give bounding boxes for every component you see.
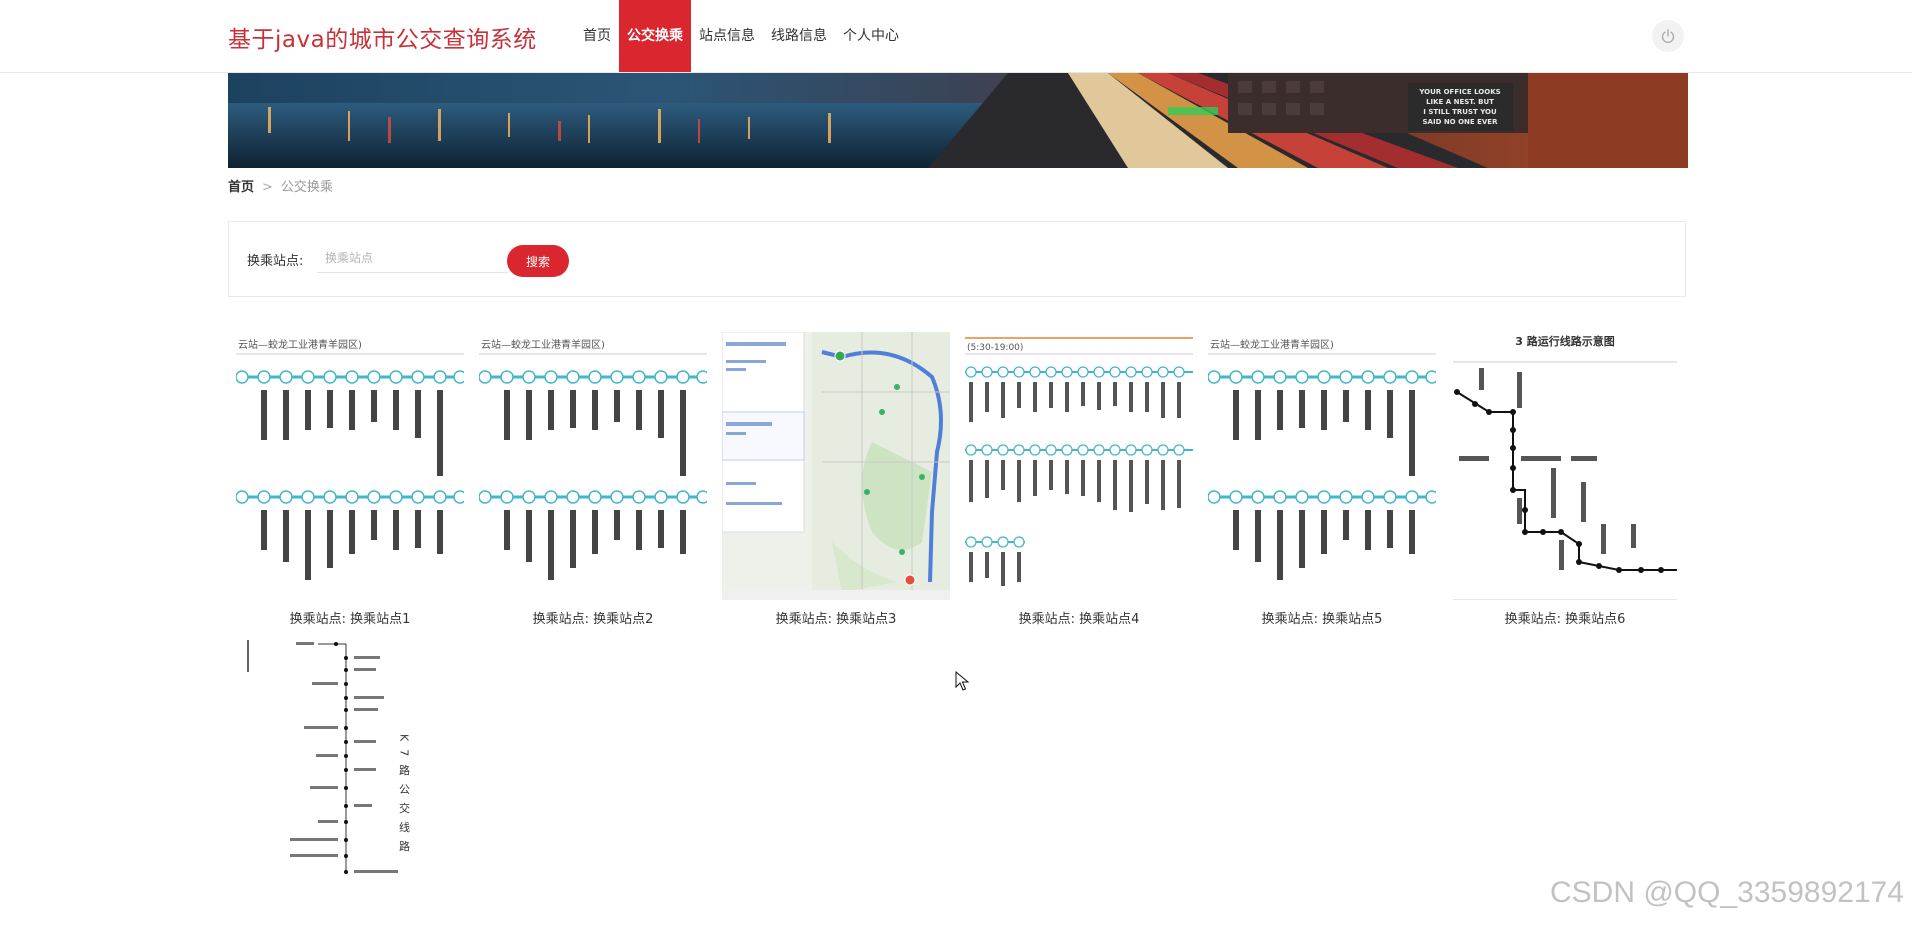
breadcrumb-home[interactable]: 首页 (228, 180, 254, 195)
transfer-card-3[interactable]: 换乘站点: 换乘站点3 (722, 332, 950, 632)
transfer-card-1[interactable]: 云站—蛟龙工业港青羊园区) 换乘站点: 换乘站点1 (236, 332, 464, 632)
billboard-line-4: SAID NO ONE EVER (1423, 118, 1499, 126)
site-title[interactable]: 基于java的城市公交查询系统 (228, 20, 537, 54)
billboard-line-1: YOUR OFFICE LOOKS (1418, 88, 1500, 96)
main-nav: 首页 公交换乘 站点信息 线路信息 个人中心 (575, 0, 907, 72)
transfer-card-6[interactable]: 3 路运行线路示意图 换乘站点: 换乘站点6 (1451, 332, 1679, 632)
diagram-title: 3 路运行线路示意图 (1515, 334, 1614, 348)
route-title-vertical: K7路公交线路 (398, 734, 411, 859)
logout-button[interactable] (1652, 20, 1684, 52)
card-caption[interactable]: 换乘站点: 换乘站点5 (1208, 608, 1436, 627)
route-header: 云站—蛟龙工业港青羊园区) (481, 338, 605, 351)
route-header: (5:30-19:00) (967, 343, 1023, 353)
card-caption[interactable]: 换乘站点: 换乘站点6 (1451, 608, 1679, 627)
line-diagram-image: 3 路运行线路示意图 (1451, 332, 1679, 600)
route-strip-image: (5:30-19:00) (965, 332, 1193, 600)
banner-image: YOUR OFFICE LOOKS LIKE A NEST. BUT I STI… (228, 73, 1688, 168)
mouse-cursor-icon (955, 671, 969, 691)
route-header: 云站—蛟龙工业港青羊园区) (1210, 338, 1334, 351)
card-caption[interactable]: 换乘站点: 换乘站点1 (236, 608, 464, 627)
power-icon (1661, 29, 1675, 43)
route-strip-image: 云站—蛟龙工业港青羊园区) (479, 332, 707, 600)
route-strip-image: 云站—蛟龙工业港青羊园区) (1208, 332, 1436, 600)
nav-personal-center[interactable]: 个人中心 (835, 0, 907, 72)
transfer-card-5[interactable]: 云站—蛟龙工业港青羊园区) 换乘站点: 换乘站点5 (1208, 332, 1436, 632)
billboard-line-2: LIKE A NEST. BUT (1426, 98, 1494, 106)
route-header: 云站—蛟龙工业港青羊园区) (238, 338, 362, 351)
map-image (722, 332, 950, 600)
nav-home[interactable]: 首页 (575, 0, 619, 72)
breadcrumb-separator: > (262, 180, 273, 195)
transfer-card-7[interactable]: K7路公交线路 (236, 636, 464, 936)
vertical-route-image: K7路公交线路 (236, 636, 464, 876)
card-caption[interactable]: 换乘站点: 换乘站点3 (722, 608, 950, 627)
csdn-watermark: CSDN @QQ_3359892174 (1550, 876, 1904, 909)
transfer-card-2[interactable]: 云站—蛟龙工业港青羊园区) 换乘站点: 换乘站点2 (479, 332, 707, 632)
search-label: 换乘站点: (247, 254, 304, 269)
transfer-station-input[interactable] (317, 244, 508, 273)
card-caption[interactable]: 换乘站点: 换乘站点2 (479, 608, 707, 627)
route-strip-image: 云站—蛟龙工业港青羊园区) (236, 332, 464, 600)
nav-line-info[interactable]: 线路信息 (763, 0, 835, 72)
nav-bus-transfer[interactable]: 公交换乘 (619, 0, 691, 72)
billboard-line-3: I STILL TRUST YOU (1423, 108, 1497, 116)
transfer-card-4[interactable]: (5:30-19:00) 换乘站点: 换乘站点4 (965, 332, 1193, 632)
nav-station-info[interactable]: 站点信息 (691, 0, 763, 72)
breadcrumb-current: 公交换乘 (280, 180, 333, 195)
card-caption[interactable]: 换乘站点: 换乘站点4 (965, 608, 1193, 627)
city-night-banner: YOUR OFFICE LOOKS LIKE A NEST. BUT I STI… (228, 73, 1688, 168)
top-header: 基于java的城市公交查询系统 首页 公交换乘 站点信息 线路信息 个人中心 (0, 0, 1912, 73)
breadcrumb: 首页 > 公交换乘 (228, 176, 333, 195)
search-button[interactable]: 搜索 (507, 245, 569, 277)
search-panel: 换乘站点: 搜索 (228, 221, 1686, 297)
